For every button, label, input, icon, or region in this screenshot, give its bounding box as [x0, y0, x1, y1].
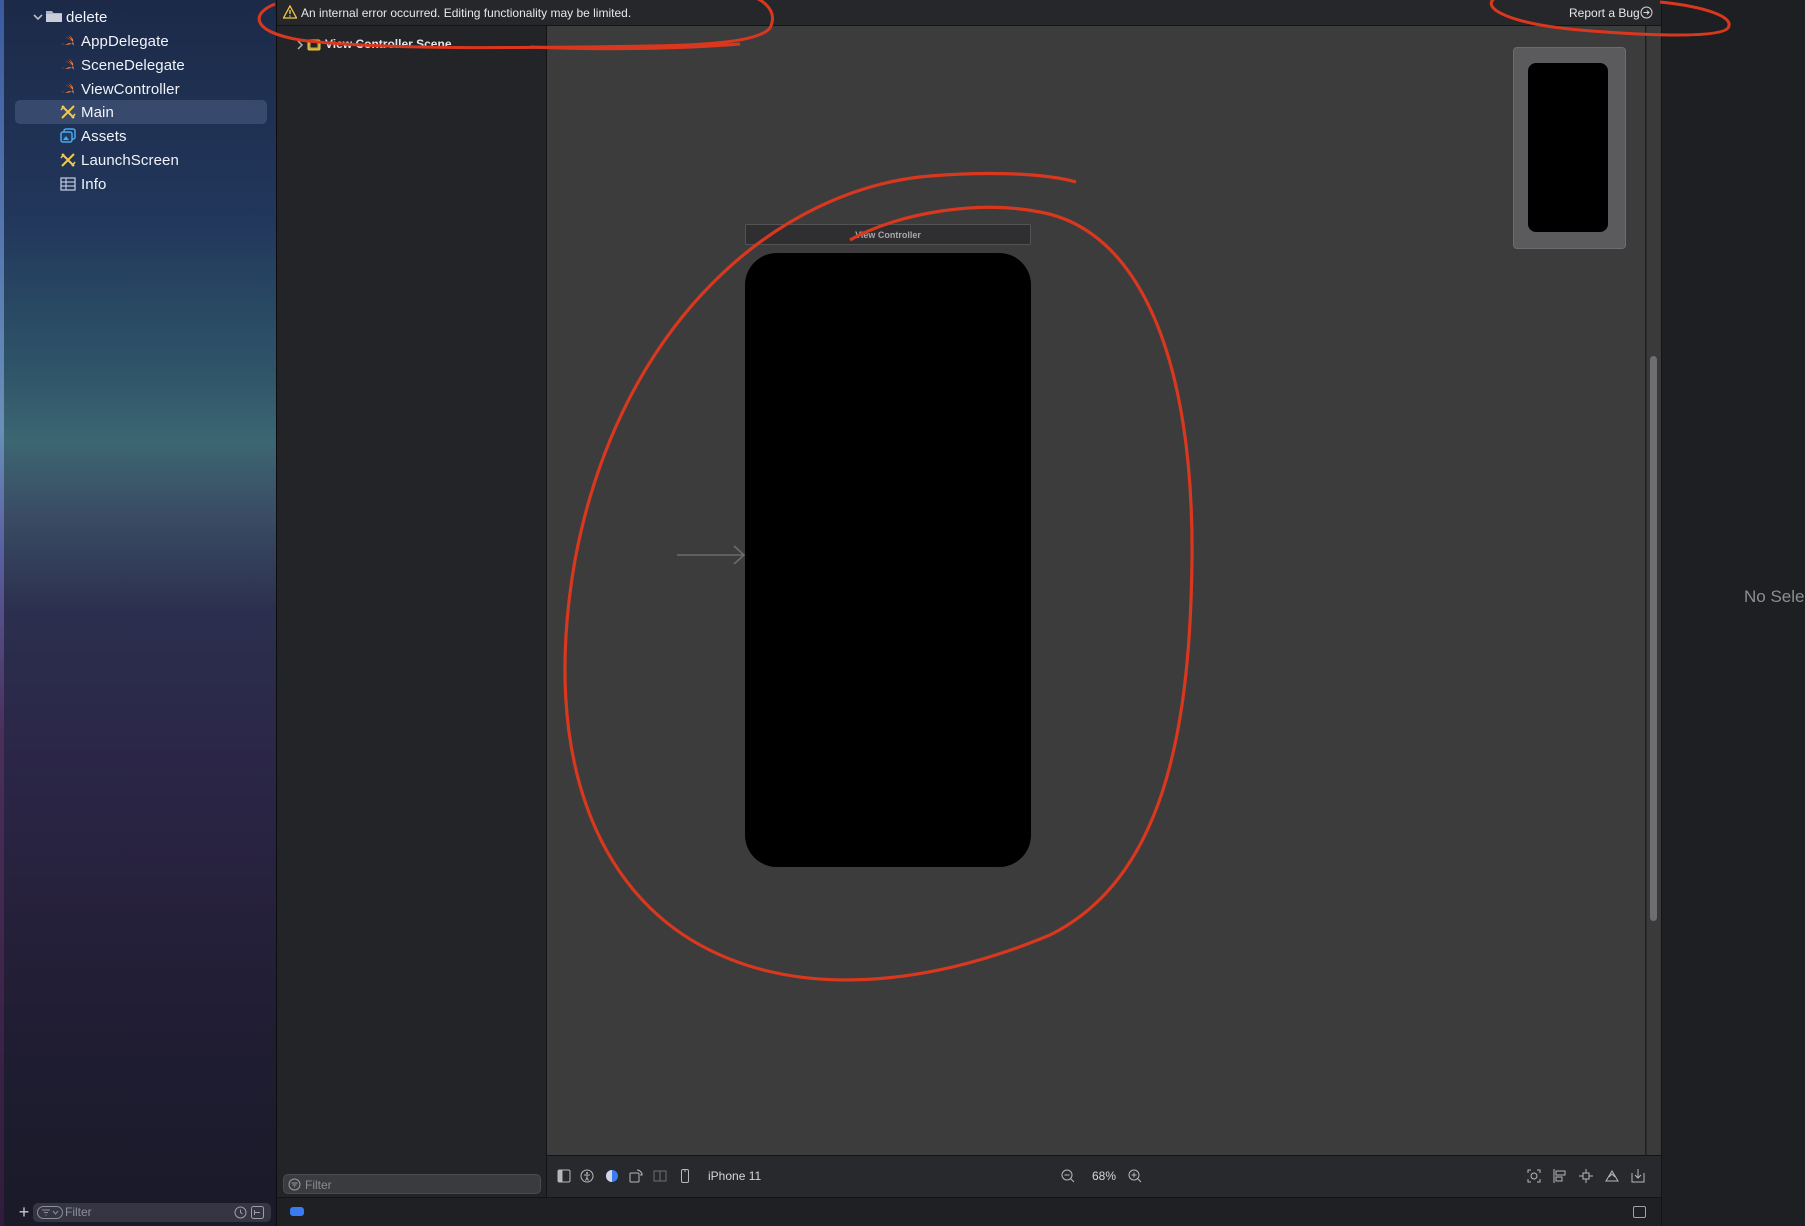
canvas-toolbar: iPhone 11 68% [547, 1155, 1661, 1197]
asset-catalog-icon [60, 128, 76, 143]
navigator-item-info[interactable]: Info [15, 172, 267, 196]
filter-icon [288, 1178, 301, 1191]
storyboard-icon [60, 153, 76, 167]
add-file-button[interactable]: + [16, 1202, 32, 1222]
device-icon[interactable] [677, 1168, 693, 1184]
navigator-item-scenedelegate[interactable]: SceneDelegate [15, 53, 267, 77]
device-selector[interactable]: iPhone 11 [708, 1169, 761, 1183]
orientation-icon[interactable] [628, 1168, 644, 1184]
chevron-down-icon[interactable] [32, 11, 44, 23]
appearance-icon[interactable] [604, 1168, 620, 1184]
outline-filter-placeholder: Filter [305, 1178, 332, 1192]
plist-icon [60, 177, 76, 191]
vertical-scrollbar[interactable] [1650, 356, 1657, 921]
internal-error-banner: An internal error occurred. Editing func… [277, 0, 1661, 26]
navigator-group-label: delete [66, 8, 108, 26]
zoom-level[interactable]: 68% [1092, 1169, 1116, 1183]
toggle-outline-icon[interactable] [556, 1168, 572, 1184]
toggle-debug-area-icon[interactable] [1633, 1206, 1646, 1218]
navigator-item-label: SceneDelegate [81, 56, 185, 74]
navigator-item-label: Assets [81, 127, 127, 145]
chevron-right-icon[interactable] [295, 39, 305, 51]
error-message: An internal error occurred. Editing func… [301, 6, 632, 20]
project-navigator: delete AppDelegate SceneDelegate ViewCon… [0, 0, 277, 1226]
align-icon[interactable] [1552, 1168, 1568, 1184]
navigator-filter-field[interactable]: Filter [33, 1203, 271, 1222]
navigator-item-label: Main [81, 103, 114, 121]
scm-status-icon[interactable] [251, 1206, 264, 1219]
report-bug-link[interactable]: Report a Bug [1569, 6, 1640, 20]
arrow-right-circle-icon[interactable] [1640, 6, 1653, 19]
navigator-item-assets[interactable]: Assets [15, 124, 267, 148]
navigator-filter-placeholder: Filter [65, 1205, 92, 1219]
folder-icon [46, 11, 62, 22]
document-outline: View Controller Scene Filter [277, 26, 547, 1197]
navigator-item-launchscreen[interactable]: LaunchScreen [15, 148, 267, 172]
outline-scene-label[interactable]: View Controller Scene [325, 37, 452, 51]
navigator-item-appdelegate[interactable]: AppDelegate [15, 29, 267, 53]
activity-indicator [290, 1207, 304, 1216]
canvas-minimap[interactable] [1513, 47, 1626, 249]
minimap-scene [1528, 63, 1608, 232]
navigator-item-label: AppDelegate [81, 32, 169, 50]
embed-in-icon[interactable] [1630, 1168, 1646, 1184]
inspector-pane: No Selection [1661, 0, 1805, 1226]
entry-point-arrow-icon[interactable] [677, 543, 747, 567]
xcode-window: delete AppDelegate SceneDelegate ViewCon… [0, 0, 1805, 1226]
add-constraints-icon[interactable] [1578, 1168, 1594, 1184]
warning-icon [283, 5, 297, 19]
swift-file-icon [62, 83, 74, 94]
storyboard-canvas[interactable]: View Controller [547, 26, 1661, 1168]
navigator-group-delete[interactable]: delete [15, 5, 267, 29]
view-controller-scene[interactable] [745, 253, 1031, 867]
navigator-item-label: Info [81, 175, 107, 193]
scene-title-bar[interactable]: View Controller [745, 224, 1031, 245]
debug-bar [277, 1197, 1661, 1226]
resolve-issues-icon[interactable] [1604, 1168, 1620, 1184]
navigator-item-label: LaunchScreen [81, 151, 179, 169]
size-class-icon[interactable] [652, 1168, 668, 1184]
navigator-item-viewcontroller[interactable]: ViewController [15, 77, 267, 101]
zoom-out-icon[interactable] [1060, 1168, 1076, 1184]
no-selection-label: No Selection [1744, 587, 1805, 606]
update-frames-icon[interactable] [1526, 1168, 1542, 1184]
navigator-item-label: ViewController [81, 80, 180, 98]
accessibility-icon[interactable] [579, 1168, 595, 1184]
swift-file-icon [62, 35, 74, 46]
swift-file-icon [62, 59, 74, 70]
scene-icon [307, 39, 321, 51]
storyboard-icon [60, 105, 76, 119]
outline-filter-field[interactable]: Filter [283, 1174, 541, 1194]
zoom-in-icon[interactable] [1127, 1168, 1143, 1184]
recent-files-icon[interactable] [234, 1206, 247, 1219]
filter-options-icon[interactable] [37, 1206, 63, 1219]
navigator-item-main[interactable]: Main [15, 100, 267, 124]
navigator-bottom-bar: + Filter [0, 1199, 277, 1226]
